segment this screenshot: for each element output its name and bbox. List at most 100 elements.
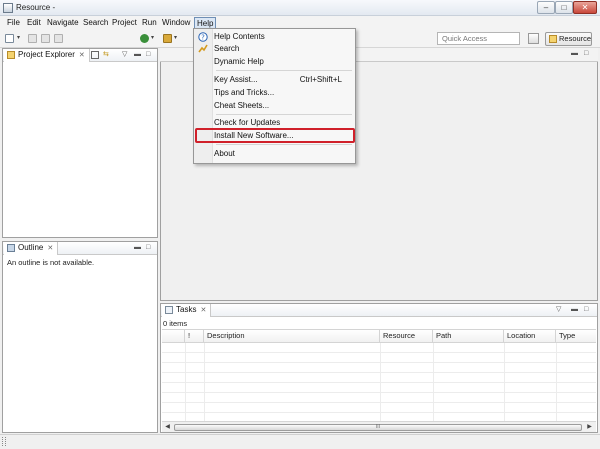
view-title: Tasks [176, 305, 197, 314]
tasks-table: ! Description Resource Path Location Typ… [162, 329, 596, 423]
maximize-view-icon[interactable]: □ [584, 306, 588, 314]
minimize-view-icon[interactable]: ▬ [134, 51, 141, 59]
menu-separator [216, 144, 352, 145]
menu-item-dynamic-help[interactable]: Dynamic Help [214, 56, 354, 68]
menu-item-search[interactable]: Search [214, 43, 354, 55]
view-tabbar: Outline ✕ ▬ □ [3, 242, 157, 255]
close-view-icon[interactable]: ✕ [79, 52, 85, 59]
outline-icon [7, 244, 15, 252]
folder-icon [7, 51, 15, 59]
column-divider [185, 343, 186, 421]
menu-window[interactable]: Window [160, 17, 192, 29]
menu-edit[interactable]: Edit [25, 17, 43, 29]
column-header-resource[interactable]: Resource [380, 330, 433, 343]
status-grip-icon[interactable] [2, 437, 6, 446]
minimize-view-icon[interactable]: ▬ [571, 306, 578, 314]
column-header-location[interactable]: Location [504, 330, 556, 343]
tab-tasks[interactable]: Tasks ✕ [162, 304, 212, 317]
scroll-left-icon[interactable]: ◀ [163, 423, 172, 432]
menu-item-help-contents[interactable]: Help Contents [214, 31, 354, 43]
maximize-view-icon[interactable]: □ [146, 51, 150, 59]
menu-item-label: Key Assist... [214, 75, 258, 84]
svg-text:?: ? [201, 34, 205, 42]
close-view-icon[interactable]: ✕ [47, 245, 53, 252]
column-divider [504, 343, 505, 421]
menu-navigate[interactable]: Navigate [45, 17, 81, 29]
column-header-path[interactable]: Path [433, 330, 504, 343]
menu-item-key-assist[interactable]: Key Assist... Ctrl+Shift+L [214, 74, 354, 86]
view-tabbar: Tasks ✕ ▽ ▬ □ [161, 304, 597, 317]
perspective-resource-button[interactable]: Resource [545, 32, 592, 46]
column-header-priority[interactable]: ! [185, 330, 204, 343]
horizontal-scrollbar[interactable]: ◀ III ▶ [162, 421, 596, 432]
view-menu-icon[interactable]: ▽ [122, 51, 127, 59]
table-row [162, 393, 596, 403]
app-icon [3, 3, 13, 13]
table-row [162, 363, 596, 373]
save-all-icon[interactable] [41, 34, 50, 43]
menu-item-shortcut: Ctrl+Shift+L [299, 75, 342, 84]
column-divider [204, 343, 205, 421]
maximize-button[interactable]: □ [555, 1, 573, 14]
minimize-editor-icon[interactable]: ▬ [571, 50, 578, 58]
help-dropdown-menu: ? Help Contents Search Dynamic Help Key … [193, 28, 356, 164]
table-row [162, 343, 596, 353]
close-view-icon[interactable]: ✕ [200, 307, 206, 314]
status-bar [0, 434, 600, 449]
view-title: Project Explorer [18, 50, 75, 59]
menu-search[interactable]: Search [81, 17, 110, 29]
tasks-count: 0 items [163, 319, 188, 328]
window-title: Resource - [16, 3, 56, 12]
maximize-editor-icon[interactable]: □ [584, 50, 588, 58]
table-row [162, 403, 596, 413]
perspective-label: Resource [559, 34, 592, 43]
menu-file[interactable]: File [5, 17, 22, 29]
view-tabbar: Project Explorer ✕ ⇆ ▽ ▬ □ [3, 49, 157, 62]
maximize-view-icon[interactable]: □ [146, 244, 150, 252]
tasks-icon [165, 306, 173, 314]
column-header-complete[interactable] [162, 330, 185, 343]
minimize-view-icon[interactable]: ▬ [134, 244, 141, 252]
scroll-right-icon[interactable]: ▶ [585, 423, 594, 432]
table-row [162, 383, 596, 393]
resource-perspective-icon [549, 35, 557, 43]
minimize-button[interactable]: – [537, 1, 555, 14]
run-icon[interactable] [140, 34, 149, 43]
view-menu-icon[interactable]: ▽ [556, 306, 561, 314]
column-divider [433, 343, 434, 421]
new-icon[interactable] [5, 34, 14, 43]
tab-project-explorer[interactable]: Project Explorer ✕ [4, 49, 90, 62]
title-bar [0, 0, 600, 16]
project-explorer-view: Project Explorer ✕ ⇆ ▽ ▬ □ [2, 48, 158, 238]
menu-project[interactable]: Project [110, 17, 139, 29]
close-button[interactable]: ✕ [573, 1, 597, 14]
new-dropdown-icon[interactable]: ▾ [17, 34, 22, 43]
highlight-box [195, 128, 355, 143]
open-task-dropdown-icon[interactable]: ▾ [174, 34, 179, 43]
menu-item-tips-and-tricks[interactable]: Tips and Tricks... [214, 87, 354, 99]
menu-run[interactable]: Run [140, 17, 159, 29]
menu-separator [216, 70, 352, 71]
print-icon[interactable] [54, 34, 63, 43]
column-divider [380, 343, 381, 421]
table-row [162, 353, 596, 363]
outline-message: An outline is not available. [7, 258, 95, 267]
open-task-icon[interactable] [163, 34, 172, 43]
menu-separator [216, 114, 352, 115]
collapse-all-icon[interactable] [91, 51, 99, 59]
help-icon: ? [198, 32, 208, 42]
quick-access-input[interactable]: Quick Access [437, 32, 520, 45]
run-dropdown-icon[interactable]: ▾ [151, 34, 156, 43]
menu-item-cheat-sheets[interactable]: Cheat Sheets... [214, 100, 354, 112]
menu-item-about[interactable]: About [214, 148, 354, 160]
tab-outline[interactable]: Outline ✕ [4, 242, 59, 255]
scrollbar-thumb[interactable]: III [174, 424, 582, 431]
column-header-type[interactable]: Type [556, 330, 596, 343]
view-title: Outline [18, 243, 44, 252]
link-editor-icon[interactable]: ⇆ [103, 51, 112, 59]
save-icon[interactable] [28, 34, 37, 43]
open-perspective-icon[interactable] [528, 33, 539, 44]
column-header-description[interactable]: Description [204, 330, 380, 343]
outline-view: Outline ✕ ▬ □ An outline is not available… [2, 241, 158, 433]
search-icon [198, 44, 208, 53]
